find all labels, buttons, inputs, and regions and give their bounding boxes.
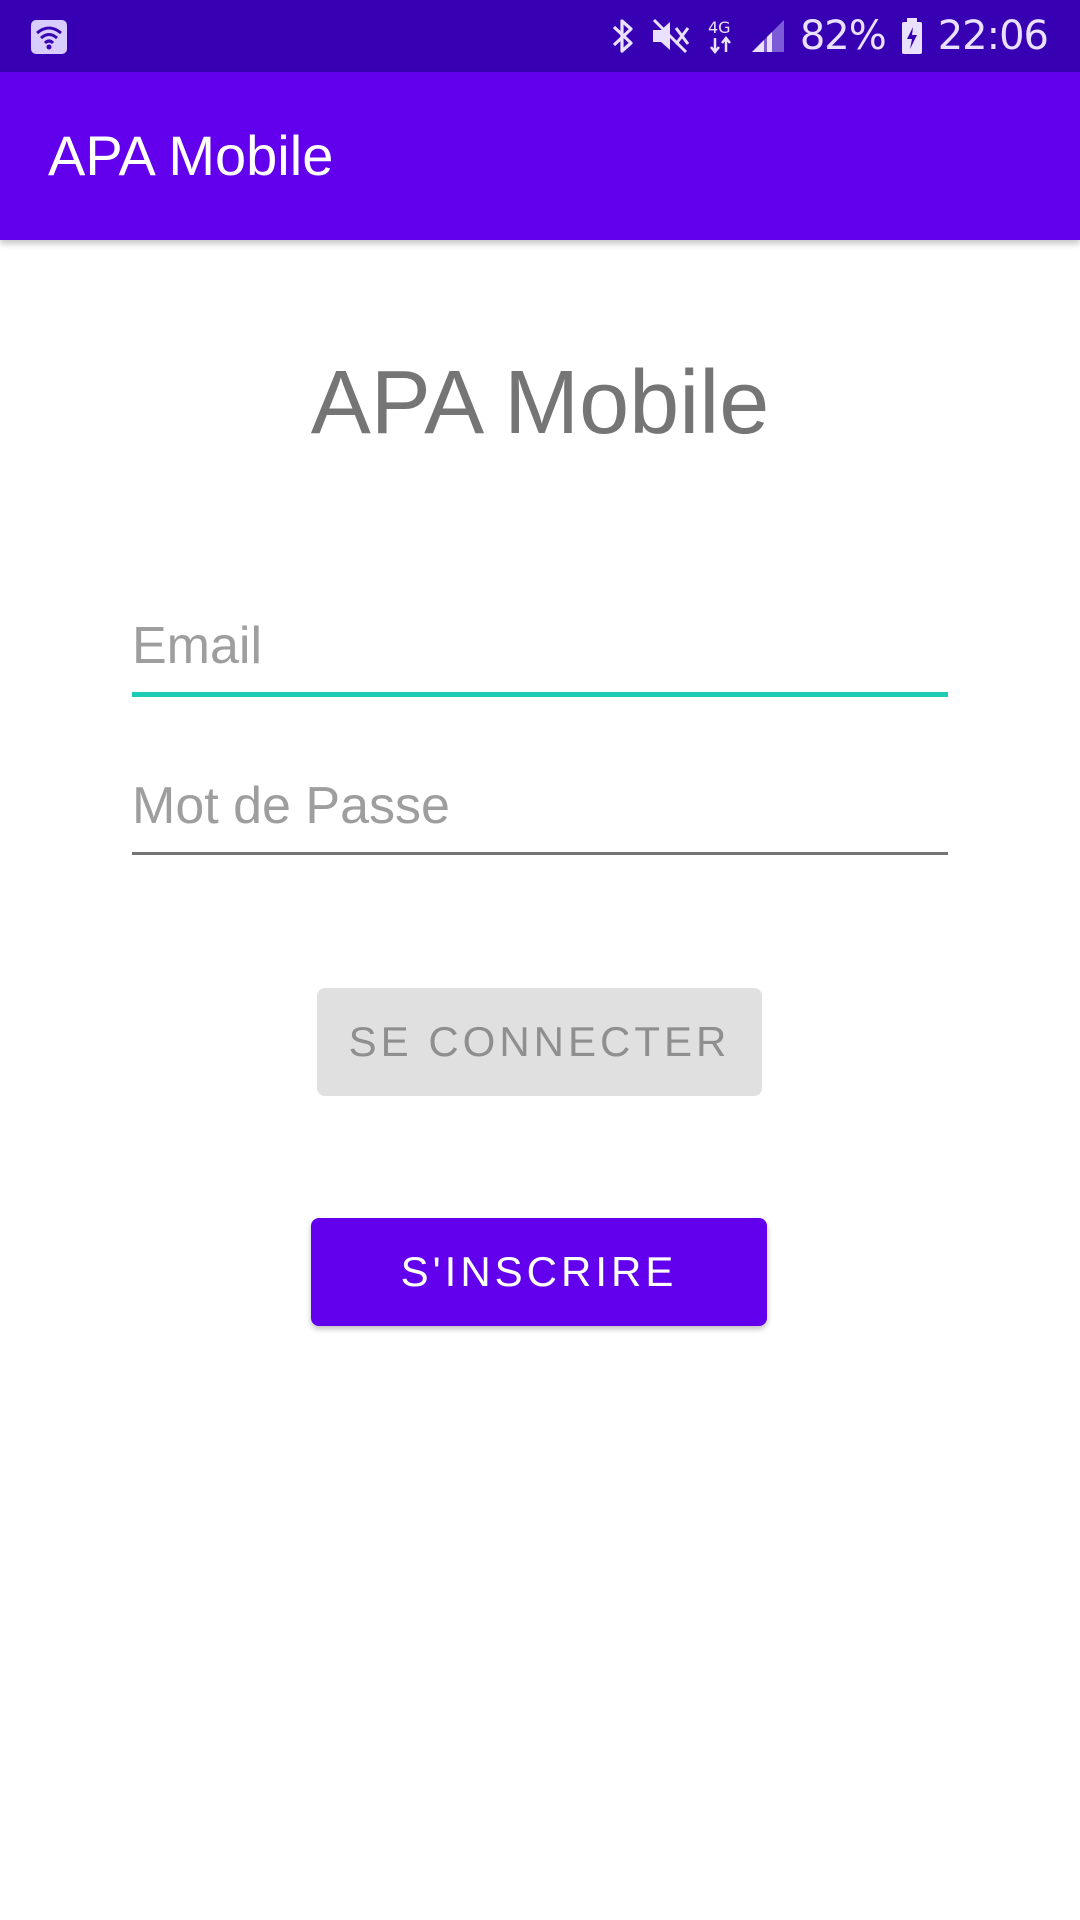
4g-icon: 4G (706, 16, 736, 56)
app-bar: APA Mobile (0, 72, 1080, 240)
battery-icon (900, 16, 924, 56)
email-underline (132, 692, 948, 697)
status-bar: 4G 82% 22:06 (0, 0, 1080, 72)
password-input[interactable] (132, 766, 948, 846)
email-field (132, 606, 948, 697)
password-underline (132, 852, 948, 855)
svg-text:4G: 4G (708, 18, 731, 37)
status-time: 22:06 (937, 13, 1049, 59)
signal-icon (750, 16, 786, 56)
login-screen: 4G 82% 22:06 APA Mobile APA Mobile Email… (0, 0, 1080, 1920)
bluetooth-icon (610, 16, 636, 56)
status-icons: 4G 82% 22:06 (610, 0, 1049, 72)
email-input[interactable] (132, 606, 948, 686)
signup-button[interactable]: S'INSCRIRE (311, 1218, 767, 1326)
battery-percent: 82% (799, 13, 887, 59)
login-button[interactable]: SE CONNECTER (317, 988, 762, 1096)
mute-icon (650, 16, 692, 56)
app-bar-title: APA Mobile (48, 124, 334, 187)
wifi-notification-icon (30, 19, 68, 55)
page-title: APA Mobile (310, 353, 770, 453)
password-field (132, 766, 948, 855)
